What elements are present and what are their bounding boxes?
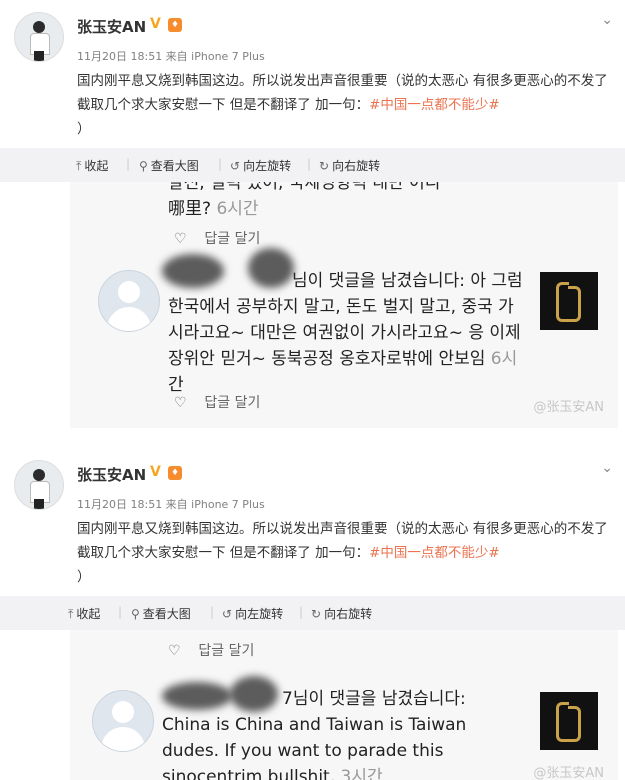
verified-badge-icon: V: [150, 464, 161, 480]
chevron-down-icon[interactable]: ⌄: [601, 12, 613, 28]
redaction-blur: [162, 682, 232, 710]
image-text-top-2: 哪里? 6시간: [168, 199, 259, 219]
image-toolbar: ⤒ 收起 | ⚲ 查看大图 | ↺ 向左旋转 | ↻ 向右旋转: [0, 148, 625, 182]
watermark: @张玉安AN: [533, 400, 604, 415]
post-text: 国内刚平息又烧到韩国这边。所以说发出声音很重要（说的太恶心 有很多更恶心的不发了…: [77, 517, 615, 589]
post-image[interactable]: 발전, 실력 있어, 국제영향력 대만 어디 哪里? 6시간 ♡ 답글 달기 님…: [70, 182, 618, 428]
verified-badge-icon: V: [150, 16, 161, 32]
thumbnail-image: [540, 692, 598, 750]
username[interactable]: 张玉安AN: [77, 16, 146, 37]
comment-line: 장위안 믿거~ 동북공정 옹호자로밖에 안보임 6시: [168, 349, 518, 369]
member-badge-icon: ♦: [168, 466, 182, 480]
member-badge-icon: ♦: [168, 18, 182, 32]
reply-row: ♡ 답글 달기: [168, 643, 255, 659]
post-text-end: ）: [77, 569, 91, 585]
redaction-blur: [230, 676, 278, 712]
view-large-button[interactable]: ⚲ 查看大图: [131, 605, 191, 622]
comment-line: 한국에서 공부하지 말고, 돈도 벌지 말고, 중국 가: [168, 297, 514, 317]
post-meta: 11月20日 18:51 来自 iPhone 7 Plus: [77, 50, 265, 63]
redaction-blur: [162, 254, 224, 288]
image-text-top: 발전, 실력 있어, 국제영향력 대만 어디: [168, 182, 441, 193]
username[interactable]: 张玉安AN: [77, 464, 146, 485]
rotate-right-icon: ↻: [311, 607, 322, 621]
comment-line: dudes. If you want to parade this: [162, 741, 444, 761]
commenter-avatar: [92, 690, 154, 752]
commenter-avatar: [98, 270, 160, 332]
collapse-icon: ⤒: [76, 159, 82, 173]
rotate-left-button[interactable]: ↺ 向左旋转: [222, 605, 283, 622]
hashtag-link[interactable]: #中国一点都不能少#: [369, 97, 500, 113]
comment-line: 7님이 댓글을 남겼습니다:: [282, 689, 466, 709]
post-text-end: ）: [77, 121, 91, 137]
collapse-icon: ⤒: [68, 607, 74, 621]
post-text-body: 国内刚平息又烧到韩国这边。所以说发出声音很重要（说的太恶心 有很多更恶心的不发了…: [77, 521, 608, 561]
reply-row: ♡ 답글 달기: [174, 395, 261, 411]
comment-line: 시라고요~ 대만은 여권없이 가시라고요~ 응 이제: [168, 323, 521, 343]
avatar[interactable]: [14, 12, 64, 62]
reply-row: ♡ 답글 달기: [174, 231, 261, 247]
search-icon: ⚲: [131, 607, 140, 621]
collapse-button[interactable]: ⤒ 收起: [76, 157, 108, 174]
watermark: @张玉安AN: [533, 766, 604, 780]
post-image[interactable]: ♡ 답글 달기 7님이 댓글을 남겼습니다: China is China an…: [70, 630, 618, 780]
chevron-down-icon[interactable]: ⌄: [601, 460, 613, 476]
comment-line: China is China and Taiwan is Taiwan: [162, 715, 467, 735]
rotate-left-icon: ↺: [222, 607, 233, 621]
thumbnail-image: [540, 272, 598, 330]
rotate-right-button[interactable]: ↻ 向右旋转: [319, 157, 380, 174]
post-meta: 11月20日 18:51 来自 iPhone 7 Plus: [77, 498, 265, 511]
rotate-left-button[interactable]: ↺ 向左旋转: [230, 157, 291, 174]
image-toolbar: ⤒ 收起 | ⚲ 查看大图 | ↺ 向左旋转 | ↻ 向右旋转: [0, 596, 625, 630]
comment-line: 님이 댓글을 남겼습니다: 아 그럼: [292, 271, 523, 291]
rotate-left-icon: ↺: [230, 159, 241, 173]
post-text: 国内刚平息又烧到韩国这边。所以说发出声音很重要（说的太恶心 有很多更恶心的不发了…: [77, 69, 615, 141]
redaction-blur: [248, 248, 294, 288]
avatar[interactable]: [14, 460, 64, 510]
collapse-button[interactable]: ⤒ 收起: [68, 605, 100, 622]
rotate-right-icon: ↻: [319, 159, 330, 173]
view-large-button[interactable]: ⚲ 查看大图: [139, 157, 199, 174]
search-icon: ⚲: [139, 159, 148, 173]
hashtag-link[interactable]: #中国一点都不能少#: [369, 545, 500, 561]
comment-line: sinocentrim bullshit, 3시간: [162, 767, 383, 780]
post-text-body: 国内刚平息又烧到韩国这边。所以说发出声音很重要（说的太恶心 有很多更恶心的不发了…: [77, 73, 608, 113]
rotate-right-button[interactable]: ↻ 向右旋转: [311, 605, 372, 622]
